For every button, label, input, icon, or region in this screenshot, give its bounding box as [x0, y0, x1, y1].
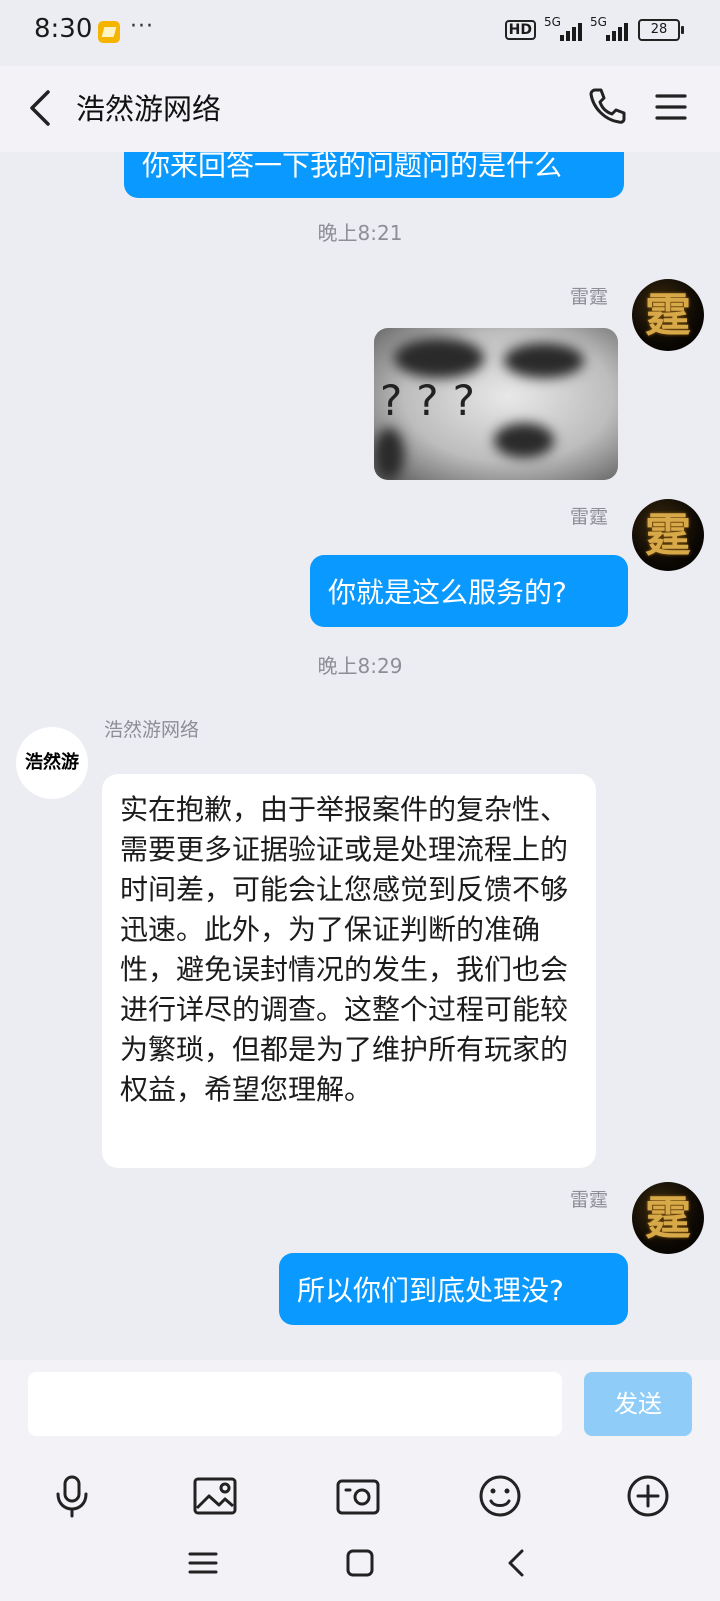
message-bubble-outgoing[interactable]: 所以你们到底处理没? — [279, 1253, 628, 1325]
input-toolbar — [0, 1460, 720, 1540]
nav-back-icon[interactable] — [500, 1546, 534, 1580]
sender-name: 雷霆 — [570, 1189, 609, 1211]
avatar-company[interactable]: 浩然游 — [16, 727, 88, 799]
more-notifications-icon: ··· — [130, 14, 154, 39]
chat-header: 浩然游网络 — [0, 66, 720, 152]
status-bar: 8:30 ··· HD 5G 5G 28 — [0, 0, 720, 66]
send-button[interactable]: 发送 — [584, 1372, 692, 1436]
signal-icon-2: 5G — [590, 15, 628, 41]
status-indicators: HD 5G 5G 28 — [504, 15, 684, 41]
chat-title: 浩然游网络 — [76, 92, 222, 126]
signal-icon: 5G — [544, 15, 582, 41]
sender-name: 雷霆 — [570, 506, 609, 528]
message-text: 你来回答一下我的问题问的是什么 — [142, 152, 563, 182]
message-text: 所以你们到底处理没? — [297, 1274, 564, 1307]
notes-app-icon — [98, 21, 120, 43]
input-bar: 发送 — [0, 1360, 720, 1460]
timestamp: 晚上8:29 — [317, 654, 403, 678]
phone-icon[interactable] — [586, 85, 628, 127]
camera-icon[interactable] — [334, 1472, 382, 1520]
timestamp: 晚上8:21 — [317, 221, 403, 245]
message-text: 你就是这么服务的? — [328, 576, 567, 609]
sender-name: 雷霆 — [570, 286, 609, 308]
avatar-me[interactable]: 霆 — [632, 1182, 704, 1254]
status-time: 8:30 — [34, 14, 93, 44]
back-arrow-icon[interactable] — [22, 88, 62, 128]
microphone-icon[interactable] — [48, 1472, 96, 1520]
recents-menu-icon[interactable] — [186, 1546, 220, 1580]
sticker-image[interactable]: ??? — [374, 328, 618, 480]
avatar-me[interactable]: 霆 — [632, 499, 704, 571]
menu-icon[interactable] — [654, 90, 688, 124]
chat-messages[interactable]: 你来回答一下我的问题问的是什么 晚上8:21 雷霆 霆 ??? 雷霆 霆 你就是… — [0, 152, 720, 1360]
message-input[interactable] — [28, 1372, 562, 1436]
battery-icon: 28 — [638, 19, 684, 41]
system-nav-bar — [0, 1530, 720, 1601]
message-bubble-outgoing[interactable]: 你就是这么服务的? — [310, 555, 628, 627]
sticker-caption: ??? — [380, 376, 489, 425]
plus-icon[interactable] — [624, 1472, 672, 1520]
message-text: 实在抱歉，由于举报案件的复杂性、需要更多证据验证或是处理流程上的时间差，可能会让… — [120, 793, 569, 1106]
message-bubble-incoming[interactable]: 实在抱歉，由于举报案件的复杂性、需要更多证据验证或是处理流程上的时间差，可能会让… — [102, 774, 596, 1168]
avatar-me[interactable]: 霆 — [632, 279, 704, 351]
hd-voice-icon: HD — [504, 20, 536, 40]
image-icon[interactable] — [191, 1472, 239, 1520]
home-icon[interactable] — [343, 1546, 377, 1580]
sender-name: 浩然游网络 — [104, 719, 200, 741]
message-bubble-outgoing[interactable]: 你来回答一下我的问题问的是什么 — [124, 152, 624, 198]
emoji-icon[interactable] — [476, 1472, 524, 1520]
